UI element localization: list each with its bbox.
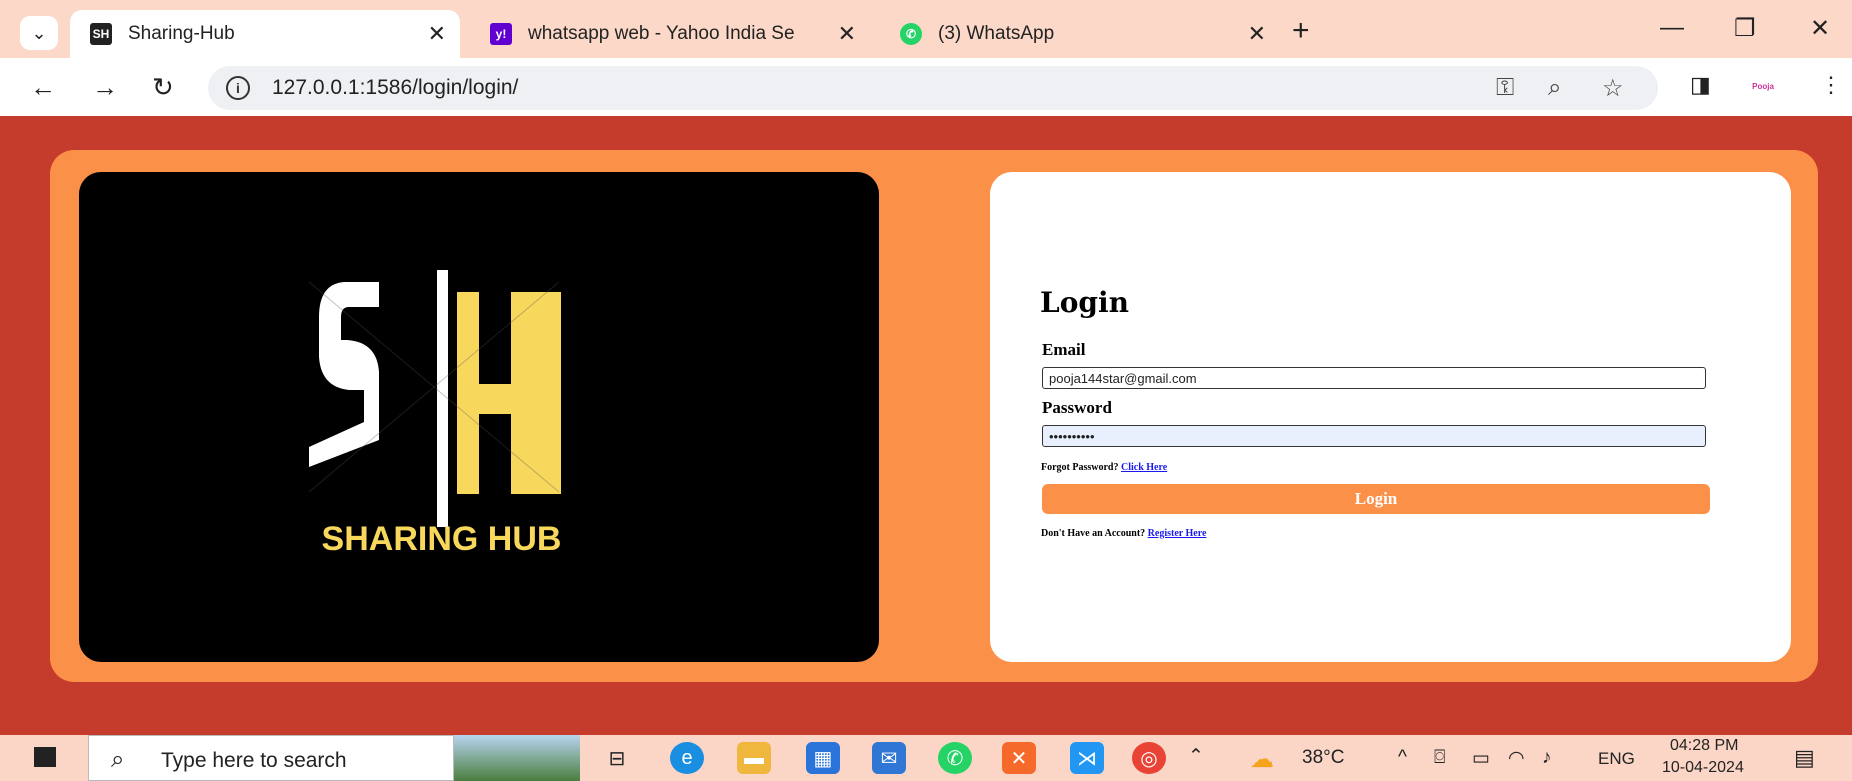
whatsapp-icon[interactable]: ✆ bbox=[938, 742, 972, 774]
forgot-password-row: Forgot Password? Click Here bbox=[1041, 462, 1167, 473]
search-icon: ⌕ bbox=[111, 746, 125, 773]
weather-icon[interactable]: ☁ bbox=[1250, 745, 1274, 774]
logo-s-letter bbox=[309, 282, 379, 467]
yahoo-favicon: y! bbox=[490, 23, 512, 45]
vscode-icon[interactable]: ⋊ bbox=[1070, 742, 1104, 774]
logo-h-bar bbox=[479, 384, 511, 414]
sharing-hub-favicon: SH bbox=[90, 23, 112, 45]
clock-time[interactable]: 04:28 PM bbox=[1670, 737, 1738, 755]
close-icon[interactable]: ✕ bbox=[838, 21, 856, 47]
wifi-icon[interactable]: ◠ bbox=[1508, 747, 1525, 770]
brand-text: SHARING HUB bbox=[321, 520, 562, 558]
xampp-icon[interactable]: ✕ bbox=[1002, 742, 1036, 774]
url-text[interactable]: 127.0.0.1:1586/login/login/ bbox=[272, 76, 518, 100]
logo-h-right bbox=[511, 292, 561, 494]
close-icon[interactable]: ✕ bbox=[1248, 21, 1266, 47]
whatsapp-favicon: ✆ bbox=[900, 23, 922, 45]
chevron-up-icon[interactable]: ⌃ bbox=[1188, 745, 1204, 768]
language-indicator[interactable]: ENG bbox=[1598, 749, 1635, 769]
logo-panel: SHARING HUB bbox=[79, 172, 879, 662]
star-icon[interactable]: ☆ bbox=[1602, 74, 1624, 103]
notification-icon[interactable]: ▤ bbox=[1794, 745, 1815, 771]
tab-sharing-hub[interactable]: SH Sharing-Hub ✕ bbox=[70, 10, 460, 58]
volume-icon[interactable]: ♪ bbox=[1542, 747, 1552, 769]
site-info-icon[interactable]: i bbox=[226, 76, 250, 100]
close-window-button[interactable]: ✕ bbox=[1810, 14, 1830, 43]
plus-icon: + bbox=[1292, 14, 1310, 47]
more-menu-icon[interactable]: ⋮ bbox=[1820, 72, 1842, 98]
login-title: Login bbox=[1040, 286, 1129, 319]
restore-button[interactable]: ❐ bbox=[1734, 14, 1756, 43]
back-arrow-icon[interactable]: ← bbox=[30, 72, 56, 103]
taskbar: ⌕ Type here to search ⊟ e ▬ ▦ ✉ ✆ ✕ ⋊ ◎ … bbox=[0, 735, 1852, 781]
battery-icon[interactable]: ▭ bbox=[1472, 747, 1490, 770]
email-label: Email bbox=[1042, 340, 1086, 359]
zoom-icon[interactable]: ⌕ bbox=[1548, 74, 1561, 102]
browser-tab-strip: ⌄ SH Sharing-Hub ✕ y! whatsapp web - Yah… bbox=[0, 0, 1852, 58]
close-icon[interactable]: ✕ bbox=[428, 21, 446, 47]
key-icon[interactable]: ⚿ bbox=[1496, 74, 1514, 102]
mail-icon[interactable]: ✉ bbox=[872, 742, 906, 774]
reload-icon[interactable]: ↻ bbox=[152, 72, 174, 103]
windows-start-icon[interactable] bbox=[34, 747, 56, 767]
task-view-icon[interactable]: ⊟ bbox=[600, 742, 634, 774]
weather-text[interactable]: 38°C bbox=[1302, 747, 1344, 769]
minimize-button[interactable]: — bbox=[1660, 14, 1684, 42]
search-highlight-image bbox=[454, 735, 580, 781]
forgot-password-link[interactable]: Click Here bbox=[1121, 462, 1167, 473]
password-field[interactable] bbox=[1042, 425, 1706, 447]
clock-date[interactable]: 10-04-2024 bbox=[1662, 759, 1744, 777]
new-tab-button[interactable]: + bbox=[1292, 14, 1310, 48]
tab-search-button[interactable]: ⌄ bbox=[20, 16, 58, 50]
file-explorer-icon[interactable]: ▬ bbox=[737, 742, 771, 774]
edge-icon[interactable]: e bbox=[670, 742, 704, 774]
tab-title: Sharing-Hub bbox=[128, 23, 235, 44]
logo-h-left bbox=[457, 292, 479, 494]
tab-title: (3) WhatsApp bbox=[938, 23, 1055, 44]
chrome-icon[interactable]: ◎ bbox=[1132, 742, 1166, 774]
side-panel-icon[interactable]: ◨ bbox=[1690, 72, 1711, 98]
forgot-password-text: Forgot Password? bbox=[1041, 462, 1119, 473]
register-row: Don't Have an Account? Register Here bbox=[1041, 528, 1206, 539]
browser-toolbar: ← → ↻ i 127.0.0.1:1586/login/login/ ⚿ ⌕ … bbox=[0, 58, 1852, 116]
store-icon[interactable]: ▦ bbox=[806, 742, 840, 774]
tab-title: whatsapp web - Yahoo India Se bbox=[528, 23, 795, 44]
email-field[interactable] bbox=[1042, 367, 1706, 389]
register-text: Don't Have an Account? bbox=[1041, 528, 1146, 539]
search-placeholder: Type here to search bbox=[161, 749, 347, 772]
network-icon[interactable]: ⌼ bbox=[1434, 747, 1445, 769]
profile-avatar[interactable]: Pooja bbox=[1748, 80, 1778, 94]
address-bar[interactable]: i 127.0.0.1:1586/login/login/ ⚿ ⌕ ☆ bbox=[208, 66, 1658, 110]
login-button[interactable]: Login bbox=[1042, 484, 1710, 514]
forward-arrow-icon[interactable]: → bbox=[92, 72, 118, 103]
tab-yahoo[interactable]: y! whatsapp web - Yahoo India Se ✕ bbox=[470, 10, 870, 58]
sharing-hub-logo bbox=[308, 270, 561, 527]
register-link[interactable]: Register Here bbox=[1148, 528, 1207, 539]
password-label: Password bbox=[1042, 398, 1112, 417]
login-form-panel: Login Email Password Forgot Password? Cl… bbox=[990, 172, 1791, 662]
tab-whatsapp[interactable]: ✆ (3) WhatsApp ✕ bbox=[880, 10, 1280, 58]
taskbar-search[interactable]: ⌕ Type here to search bbox=[88, 735, 454, 781]
chevron-down-icon: ⌄ bbox=[31, 22, 47, 43]
logo-divider bbox=[437, 270, 448, 527]
tray-chevron-icon[interactable]: ^ bbox=[1398, 747, 1407, 769]
